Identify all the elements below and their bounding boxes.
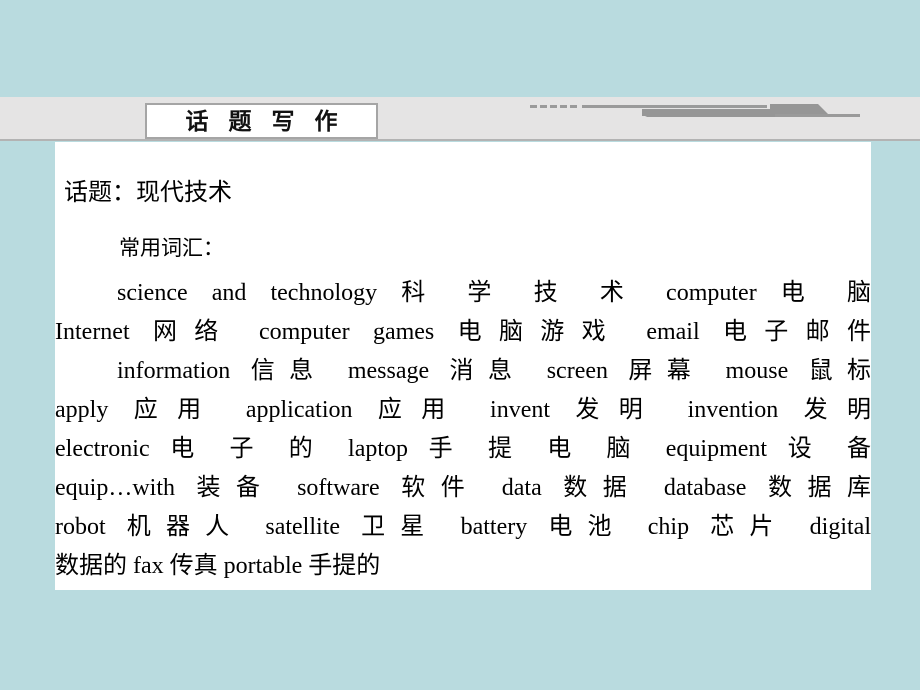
page-title: 话 题 写 作 <box>185 107 344 135</box>
section-title-plate: 话 题 写 作 <box>145 103 378 139</box>
vocabulary-line: science and technology 科 学 技 术 computer … <box>117 280 871 306</box>
vocabulary-line: 数据的 fax 传真 portable 手提的 <box>55 553 381 579</box>
content-panel: 话题：现代技术 常用词汇： science and technology 科 学… <box>48 142 871 590</box>
panel-left-accent-strip <box>48 142 55 590</box>
vocabulary-line: electronic 电 子 的 laptop 手 提 电 脑 equipmen… <box>55 436 871 462</box>
vocabulary-line: Internet 网络 computer games 电脑游戏 email 电子… <box>55 319 871 345</box>
section-heading: 常用词汇： <box>119 236 224 260</box>
header-band <box>0 97 920 141</box>
vocabulary-line: robot 机器人 satellite 卫星 battery 电池 chip 芯… <box>55 514 871 540</box>
vocabulary-line: equip…with 装备 software 软件 data 数据 databa… <box>55 475 871 501</box>
vocabulary-line: information 信息 message 消息 screen 屏幕 mous… <box>117 358 871 384</box>
vocabulary-list: science and technology 科 学 技 术 computer … <box>55 274 871 586</box>
vocabulary-line: apply 应用 application 应用 invent 发明 invent… <box>55 397 871 423</box>
panel-inner: 话题：现代技术 常用词汇： science and technology 科 学… <box>55 142 871 590</box>
topic-label: 话题：现代技术 <box>64 178 232 206</box>
